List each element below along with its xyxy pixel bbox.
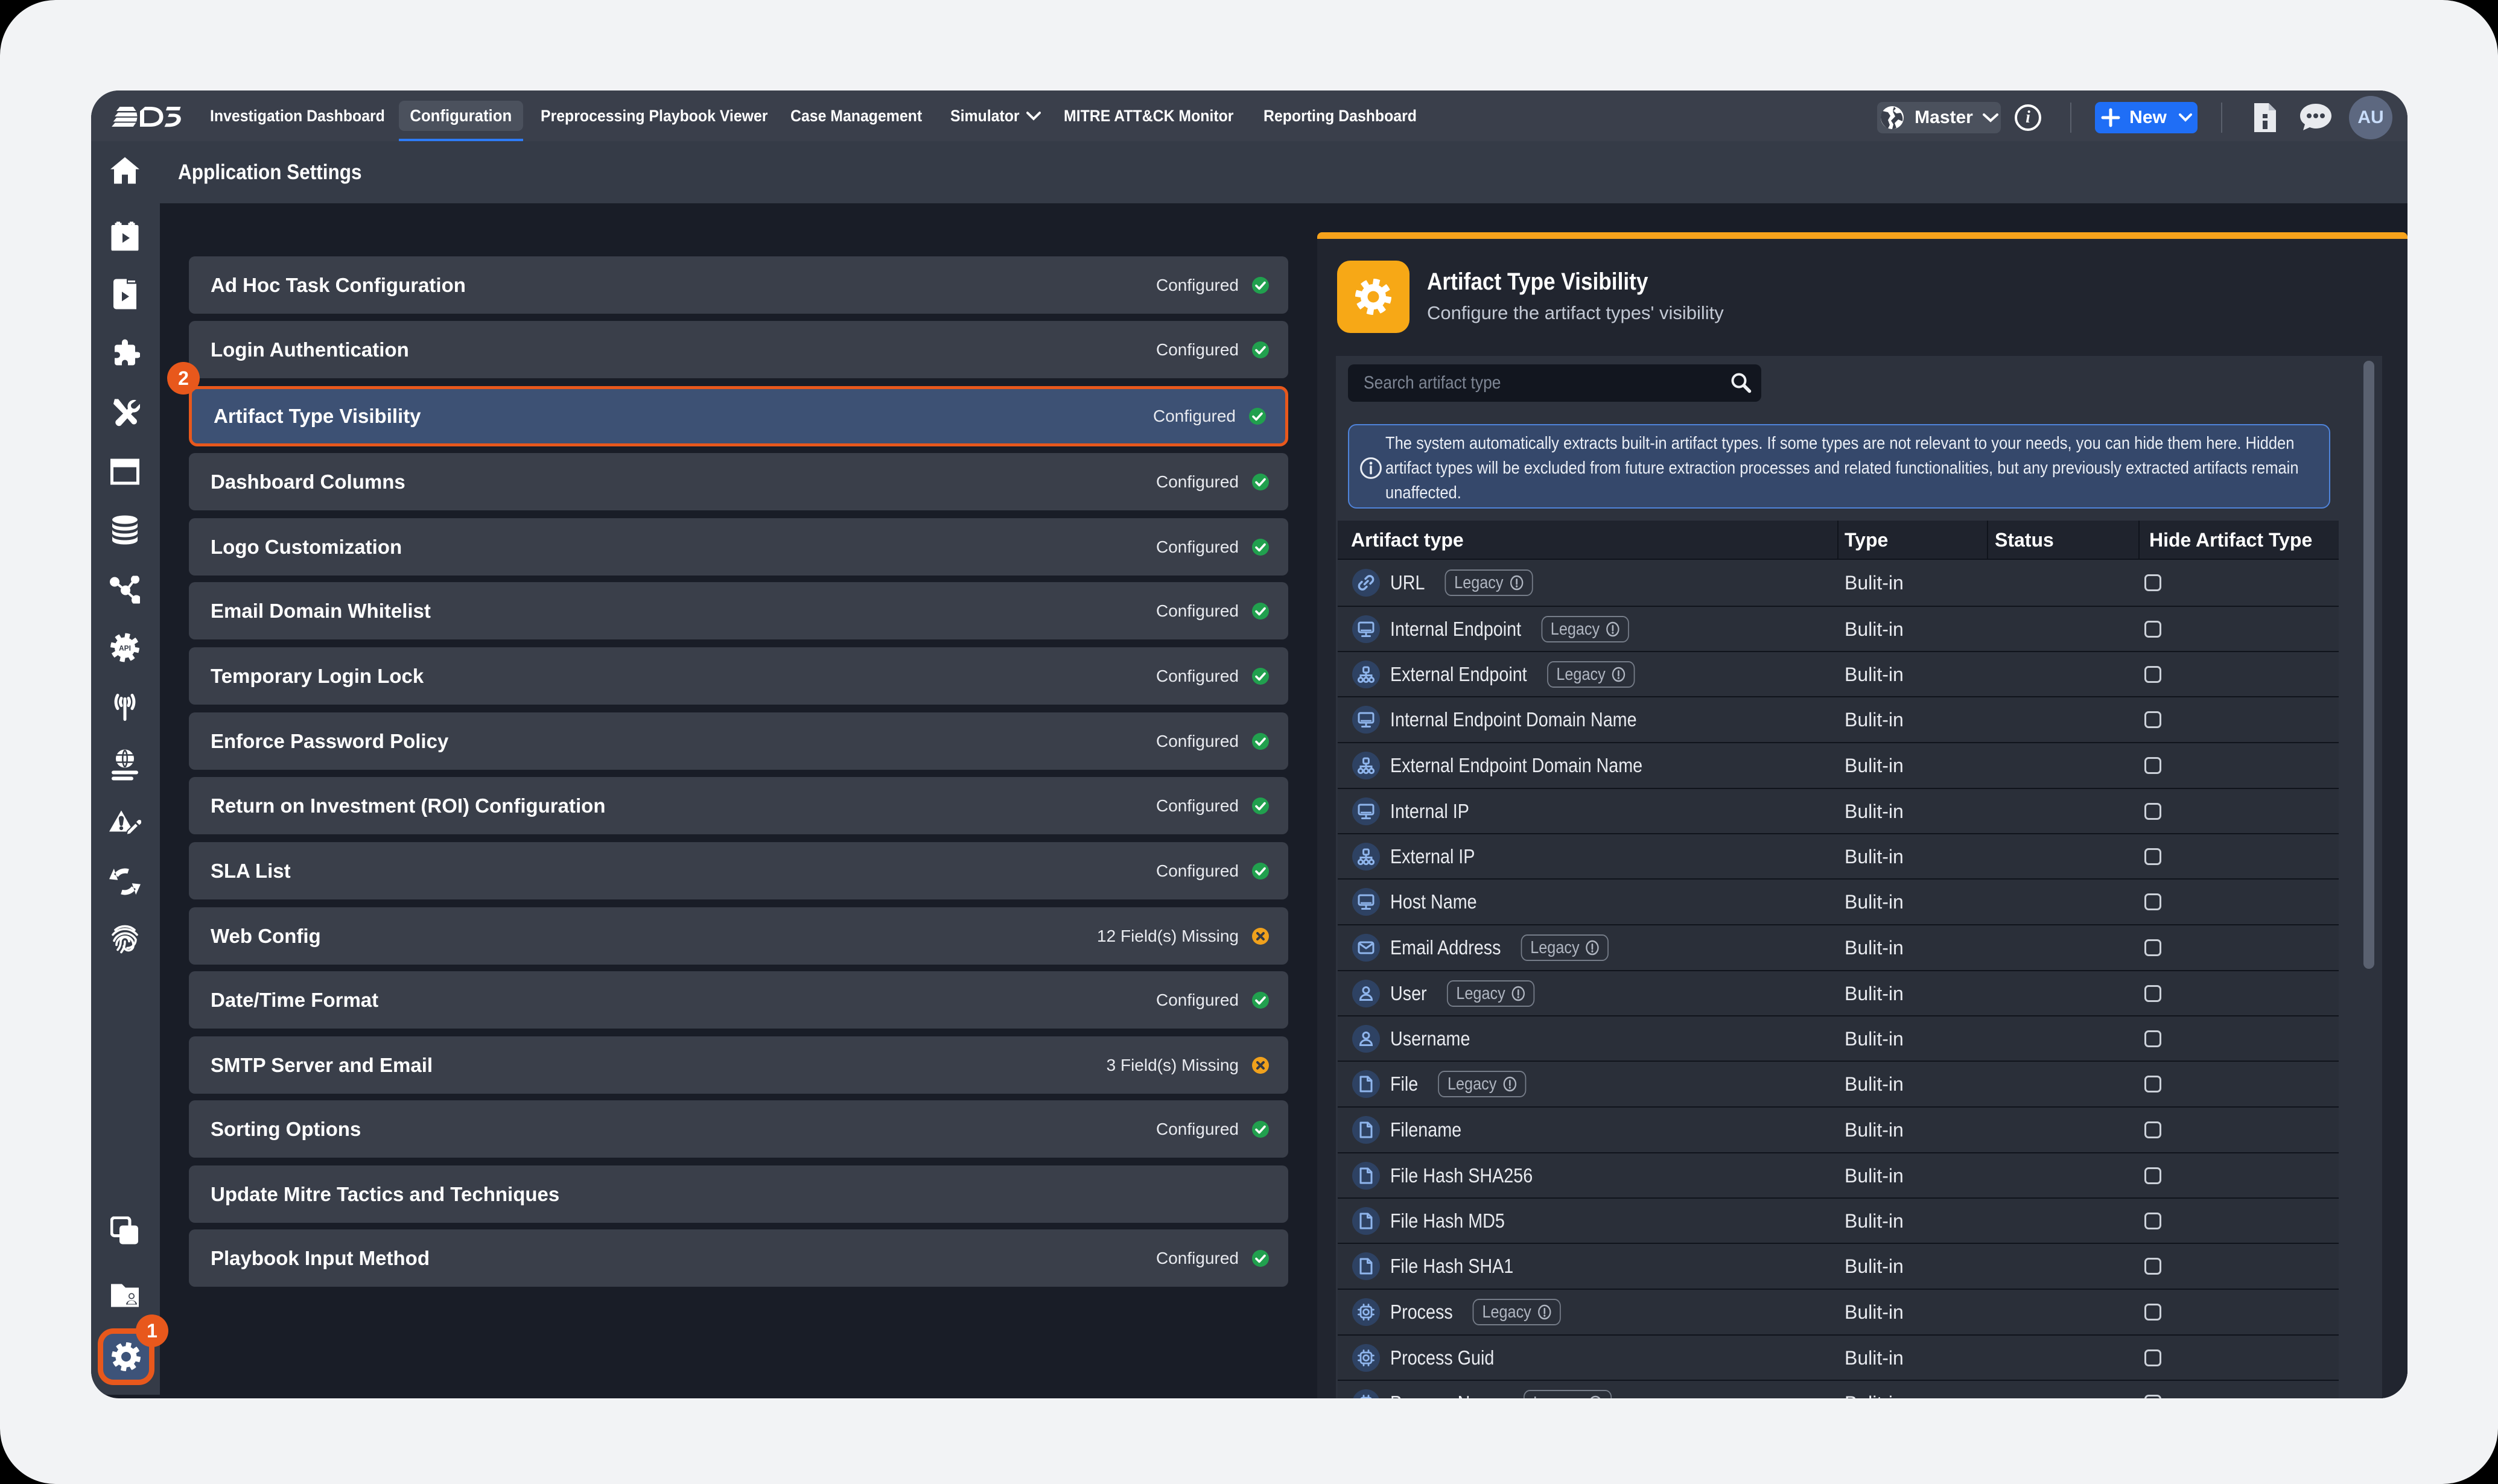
svg-text:API: API <box>119 644 131 653</box>
